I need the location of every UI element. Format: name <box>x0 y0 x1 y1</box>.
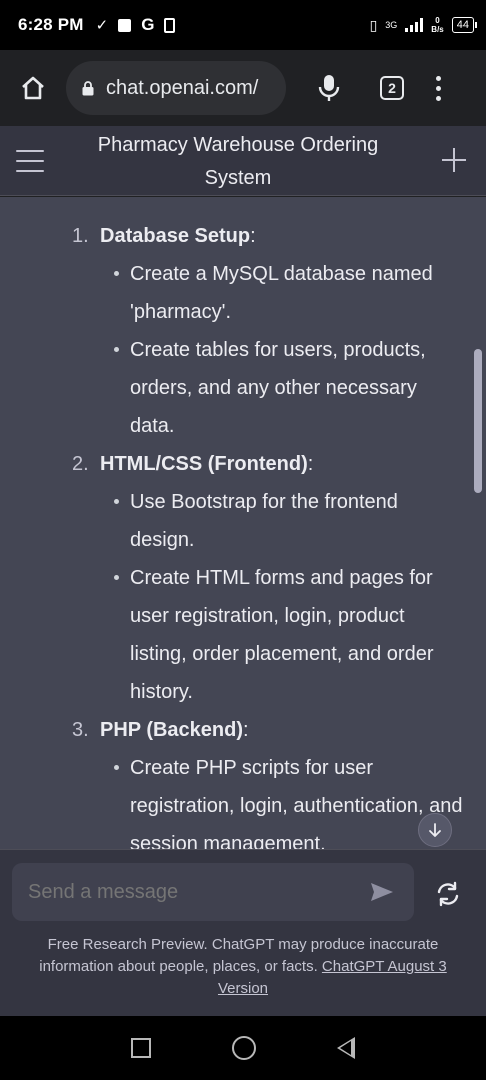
home-icon <box>22 76 44 100</box>
scrollbar-thumb[interactable] <box>474 349 482 493</box>
status-right-icons: ▯ 3G 0 B/s 44 <box>369 16 478 34</box>
vibrate-icon: ▯ <box>369 16 378 33</box>
composer-area: Free Research Preview. ChatGPT may produ… <box>0 849 486 1016</box>
list-item-title: Database Setup: <box>100 225 256 247</box>
microphone-icon <box>318 75 340 101</box>
bullet-item: Use Bootstrap for the frontend design. <box>100 483 464 559</box>
more-vert-icon <box>435 75 441 81</box>
sidebar-menu-button[interactable] <box>16 150 44 172</box>
data-speed-value: 0 <box>435 16 440 25</box>
network-type-label: 3G <box>385 20 398 30</box>
google-icon: G <box>141 15 155 34</box>
hamburger-icon <box>16 150 44 152</box>
bullet-item: Create tables for users, products, order… <box>100 331 464 445</box>
url-text: chat.openai.com/ <box>106 76 259 99</box>
message-input[interactable] <box>28 880 348 904</box>
browser-toolbar: chat.openai.com/ 2 <box>0 50 486 126</box>
bullet-item: Create HTML forms and pages for user reg… <box>100 559 464 711</box>
browser-menu-button[interactable] <box>434 75 442 101</box>
list-item-title: HTML/CSS (Frontend): <box>100 453 314 475</box>
regenerate-button[interactable] <box>434 880 462 908</box>
send-icon <box>371 883 393 901</box>
disclaimer: Free Research Preview. ChatGPT may produ… <box>18 934 468 1000</box>
message-box <box>12 863 414 921</box>
bullet-item: Create a MySQL database named 'pharmacy'… <box>100 255 464 331</box>
status-bar: 6:28 PM ✓ G ▯ 3G 0 B/s 44 <box>0 0 486 50</box>
battery-level: 44 <box>456 19 469 31</box>
new-chat-button[interactable] <box>442 148 466 172</box>
home-button[interactable] <box>18 73 48 103</box>
list-item: 3. PHP (Backend): Create PHP scripts for… <box>72 711 464 849</box>
address-bar[interactable]: chat.openai.com/ <box>66 61 286 115</box>
chat-message-area[interactable]: 1. Database Setup: Create a MySQL databa… <box>0 197 486 849</box>
tab-count: 2 <box>388 80 396 96</box>
status-time: 6:28 PM <box>18 15 84 34</box>
refresh-icon <box>437 881 459 907</box>
list-item-number: 1. <box>72 225 89 247</box>
phone-icon <box>164 17 176 33</box>
list-item-title: PHP (Backend): <box>100 719 249 741</box>
app-notification-icon <box>118 18 132 32</box>
list-item: 2. HTML/CSS (Frontend): Use Bootstrap fo… <box>72 445 464 711</box>
scroll-to-bottom-button[interactable] <box>418 813 452 847</box>
download-done-icon: ✓ <box>95 17 109 34</box>
list-item-number: 2. <box>72 453 89 475</box>
battery-icon: 44 <box>451 17 478 33</box>
list-item: 1. Database Setup: Create a MySQL databa… <box>72 217 464 445</box>
tab-switcher-button[interactable]: 2 <box>380 76 404 100</box>
voice-search-button[interactable] <box>316 73 342 103</box>
lock-icon <box>82 81 94 96</box>
conversation-title: Pharmacy Warehouse Ordering System <box>97 134 379 189</box>
signal-icon <box>405 18 424 32</box>
arrow-down-icon <box>429 823 441 837</box>
data-speed-unit: B/s <box>431 25 444 34</box>
recents-button[interactable] <box>130 1038 151 1058</box>
list-item-number: 3. <box>72 719 89 741</box>
data-speed: 0 B/s <box>431 16 443 34</box>
bullet-item: Create PHP scripts for user registration… <box>100 749 464 849</box>
back-button[interactable] <box>337 1037 356 1059</box>
status-notification-icons: ✓ G <box>96 15 176 35</box>
home-nav-button[interactable] <box>231 1036 256 1060</box>
system-navigation-bar <box>0 1016 486 1080</box>
send-button[interactable] <box>370 882 394 902</box>
assistant-message: 1. Database Setup: Create a MySQL databa… <box>72 217 464 849</box>
chat-header: Pharmacy Warehouse Ordering System <box>0 126 486 196</box>
